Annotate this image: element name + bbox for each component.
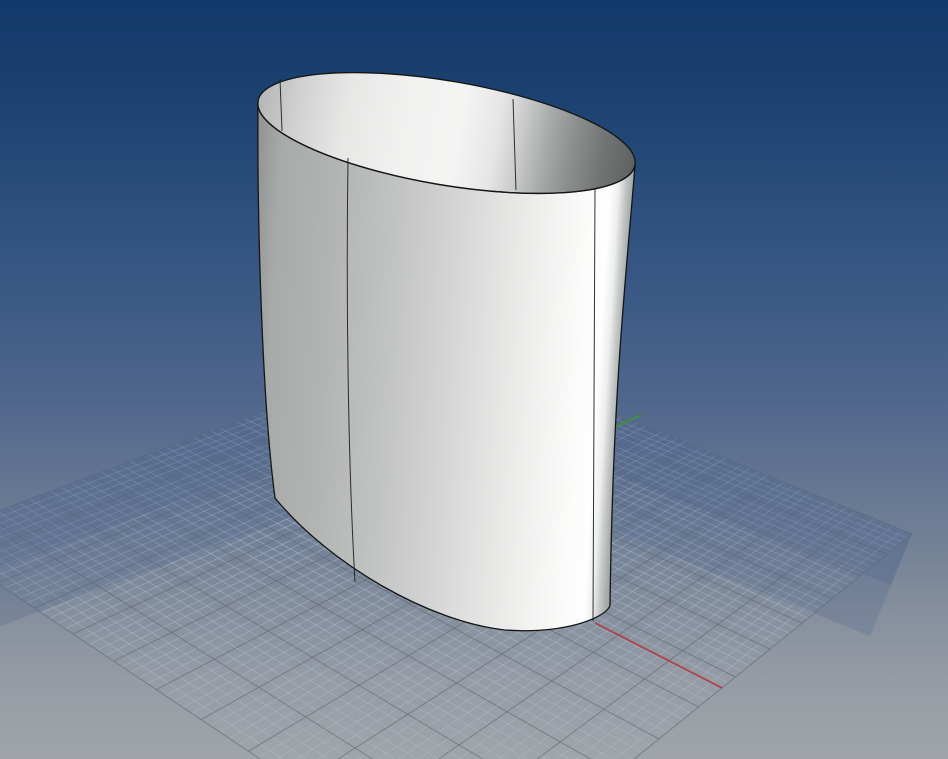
isocurve-inner-right <box>513 99 516 190</box>
cad-viewport[interactable] <box>0 0 948 759</box>
cylinder-edges <box>0 0 948 759</box>
isocurve-inner-left <box>280 79 282 131</box>
isocurve-front-right <box>593 189 595 621</box>
cylinder-rim-edge <box>249 50 643 217</box>
cylinder-outline <box>258 101 635 631</box>
isocurve-front-left <box>347 158 355 582</box>
